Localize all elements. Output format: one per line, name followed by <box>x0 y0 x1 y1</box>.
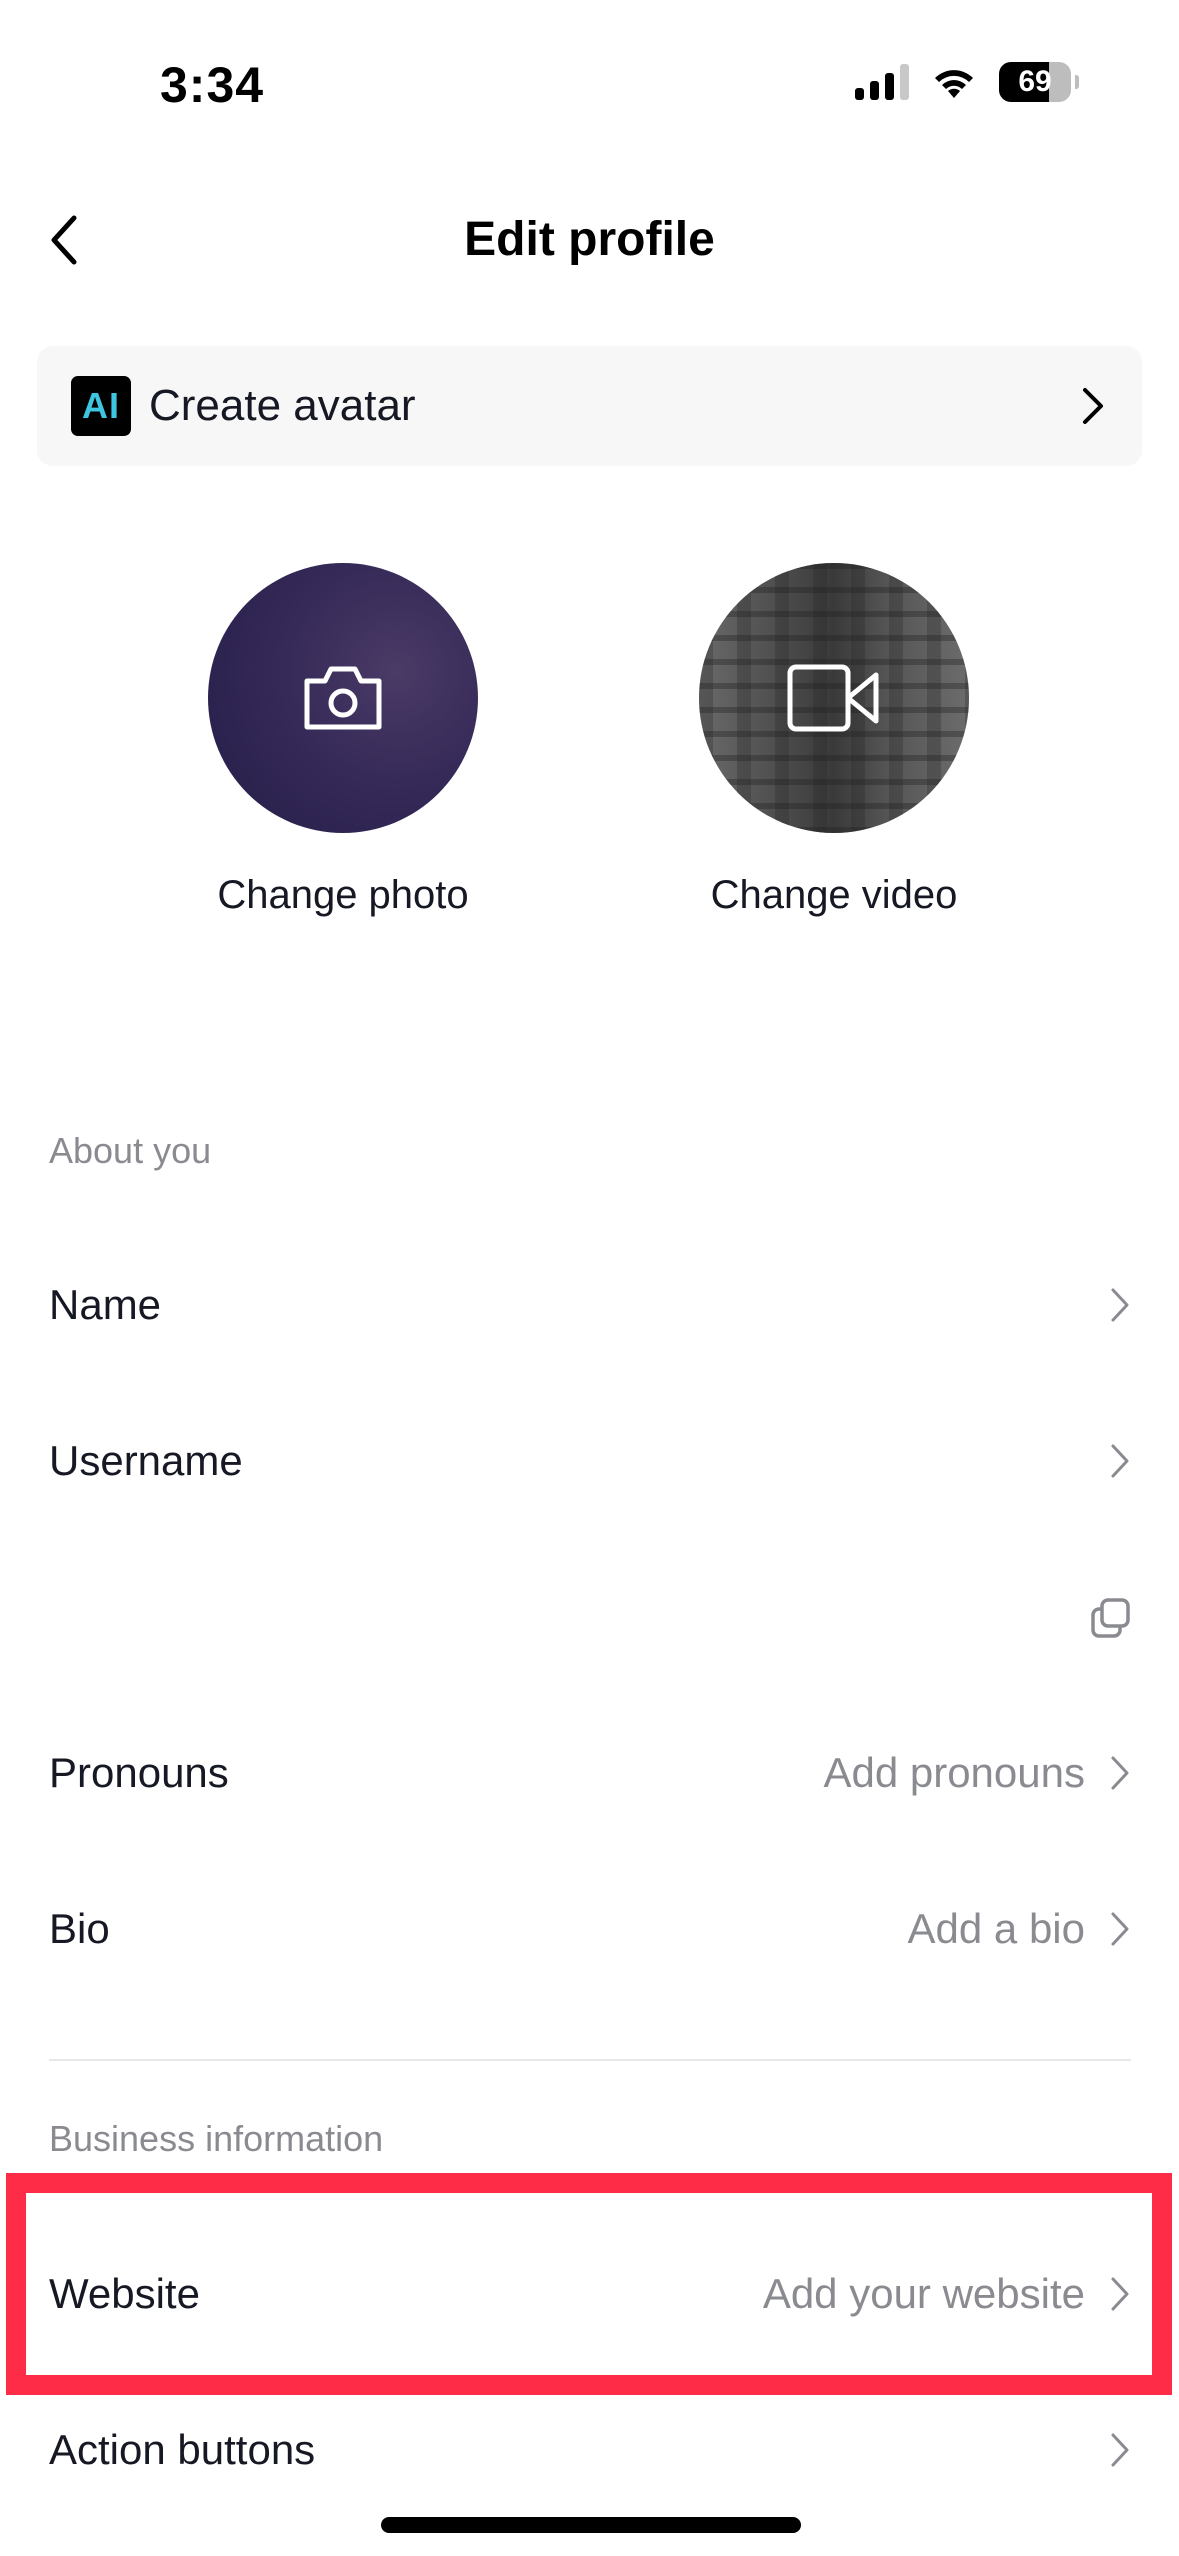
row-name[interactable]: Name <box>0 1245 1179 1365</box>
row-label: Username <box>49 1437 243 1484</box>
home-indicator[interactable] <box>381 2517 801 2533</box>
battery-percent: 69 <box>1018 65 1052 98</box>
chevron-right-icon <box>1111 1288 1129 1322</box>
chevron-right-icon <box>1083 388 1103 424</box>
ai-avatar-icon: AI <box>71 376 131 436</box>
status-bar: 3:34 69 <box>0 0 1179 160</box>
chevron-right-icon <box>1111 2277 1129 2311</box>
row-label: Name <box>49 1281 162 1328</box>
profile-photo[interactable] <box>208 563 478 833</box>
profile-video[interactable] <box>699 563 969 833</box>
row-pronouns[interactable]: Pronouns Add pronouns <box>0 1713 1179 1833</box>
row-website[interactable]: Website Add your website <box>0 2234 1179 2354</box>
navigation-bar: Edit profile <box>0 190 1179 290</box>
row-label: Bio <box>49 1905 110 1952</box>
chevron-right-icon <box>1111 2433 1129 2467</box>
cellular-signal-icon <box>855 64 909 100</box>
battery-icon: 69 <box>999 62 1071 102</box>
row-username[interactable]: Username <box>0 1401 1179 1521</box>
camera-icon <box>304 666 382 730</box>
section-header-about: About you <box>49 1130 212 1171</box>
page-title: Edit profile <box>464 213 715 266</box>
change-photo-button[interactable]: Change photo <box>173 563 513 918</box>
video-camera-icon <box>787 664 879 732</box>
status-time: 3:34 <box>160 57 265 113</box>
row-label: Action buttons <box>49 2426 316 2473</box>
row-action-buttons[interactable]: Action buttons <box>0 2390 1179 2510</box>
section-divider <box>49 2059 1131 2061</box>
change-video-label: Change video <box>710 873 958 917</box>
chevron-right-icon <box>1111 1912 1129 1946</box>
copy-icon <box>1091 1598 1130 1638</box>
row-bio[interactable]: Bio Add a bio <box>0 1869 1179 1989</box>
change-video-button[interactable]: Change video <box>664 563 1004 918</box>
row-profile-link <box>0 1557 1179 1677</box>
wifi-icon <box>935 70 973 98</box>
create-avatar-label: Create avatar <box>149 381 416 430</box>
row-label: Website <box>49 2270 200 2317</box>
row-value: Add your website <box>762 2270 1085 2317</box>
create-avatar-button[interactable]: AI Create avatar <box>37 346 1142 466</box>
section-header-business: Business information <box>49 2118 384 2159</box>
battery-cap <box>1075 75 1079 89</box>
status-icons: 69 <box>855 62 1079 102</box>
copy-link-button[interactable] <box>1089 1596 1133 1640</box>
row-value: Add pronouns <box>823 1749 1085 1796</box>
chevron-right-icon <box>1111 1756 1129 1790</box>
change-photo-label: Change photo <box>217 873 469 917</box>
row-value: Add a bio <box>907 1905 1085 1952</box>
row-label: Pronouns <box>49 1749 229 1796</box>
chevron-right-icon <box>1111 1444 1129 1478</box>
